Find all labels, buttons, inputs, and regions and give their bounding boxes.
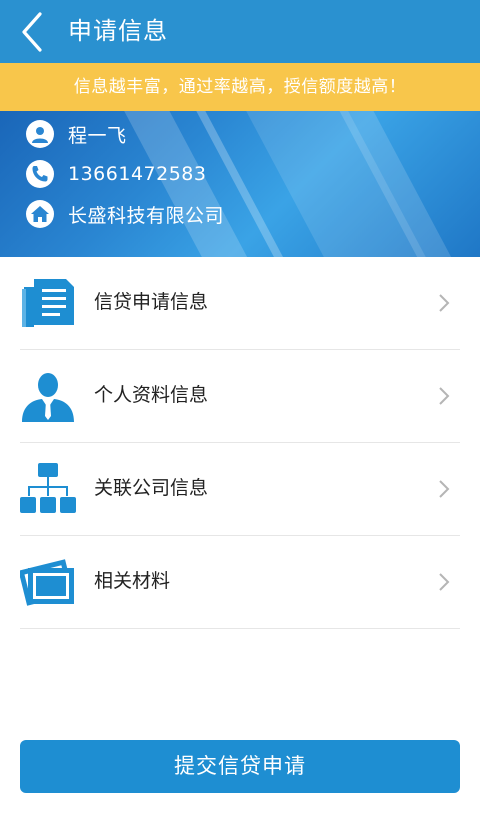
menu-item-credit-application[interactable]: 信贷申请信息 (20, 257, 460, 350)
menu-item-materials[interactable]: 相关材料 (18, 536, 460, 629)
profile-card: 程一飞 13661472583 长盛科技有限公司 (0, 111, 480, 257)
chevron-right-icon (439, 387, 450, 405)
menu-item-label: 信贷申请信息 (94, 291, 209, 313)
menu-item-related-company[interactable]: 关联公司信息 (20, 443, 460, 536)
photo-frame-icon (18, 554, 76, 610)
menu-item-label: 个人资料信息 (94, 384, 209, 406)
chevron-right-icon (439, 294, 450, 312)
menu-item-personal-info[interactable]: 个人资料信息 (20, 350, 460, 443)
header-bar: 申请信息 (0, 0, 480, 63)
home-icon (26, 200, 54, 228)
submit-button[interactable]: 提交信贷申请 (20, 740, 460, 793)
chevron-right-icon (439, 573, 450, 591)
org-chart-icon (20, 461, 76, 517)
tip-banner: 信息越丰富，通过率越高，授信额度越高！ (0, 63, 480, 111)
profile-phone-row: 13661472583 (26, 159, 206, 189)
back-button[interactable] (14, 10, 54, 54)
user-icon (26, 120, 54, 148)
profile-company-row: 长盛科技有限公司 (26, 199, 224, 229)
phone-icon (26, 160, 54, 188)
menu-list: 信贷申请信息 个人资料信息 关联公司信息 相关材料 (0, 257, 480, 629)
chevron-right-icon (439, 480, 450, 498)
page-title: 申请信息 (68, 17, 168, 45)
profile-company: 长盛科技有限公司 (68, 204, 225, 227)
document-icon (20, 275, 76, 331)
profile-name: 程一飞 (68, 124, 127, 147)
menu-item-label: 相关材料 (94, 570, 171, 592)
chevron-left-icon (22, 12, 42, 52)
person-icon (20, 368, 76, 424)
profile-phone: 13661472583 (68, 163, 207, 185)
profile-name-row: 程一飞 (26, 119, 127, 149)
menu-item-label: 关联公司信息 (94, 477, 209, 499)
